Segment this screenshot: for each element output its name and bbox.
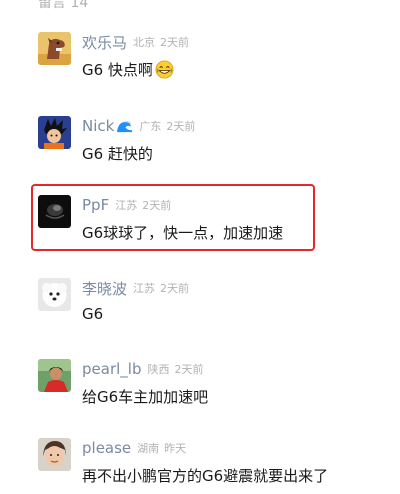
- comment-meta: 欢乐马 北京 2天前: [82, 32, 189, 52]
- person-photo-avatar-icon: [38, 359, 71, 392]
- username[interactable]: 欢乐马: [82, 32, 127, 53]
- comment-item: please 湖南 昨天 再不出小鹏官方的G6避震就要出来了: [0, 438, 400, 494]
- timestamp: 2天前: [160, 36, 190, 49]
- timestamp: 2天前: [174, 363, 204, 376]
- location: 陕西: [147, 363, 170, 376]
- username[interactable]: please: [82, 439, 131, 457]
- comment-item: 欢乐马 北京 2天前 G6 快点啊: [0, 32, 400, 92]
- avatar[interactable]: [38, 438, 71, 471]
- timestamp: 2天前: [160, 282, 190, 295]
- timestamp: 昨天: [164, 442, 187, 455]
- timestamp: 2天前: [166, 120, 196, 133]
- comment-item: Nick 广东 2天前 G6 赶快的: [0, 116, 400, 176]
- comment-meta: 李晓波 江苏 2天前: [82, 278, 189, 298]
- avatar[interactable]: [38, 278, 71, 311]
- username[interactable]: Nick: [82, 117, 133, 135]
- comment-text: 再不出小鹏官方的G6避震就要出来了: [82, 467, 329, 485]
- location: 广东: [139, 120, 162, 133]
- person-face-avatar-icon: [38, 438, 71, 471]
- white-dog-avatar-icon: [38, 278, 71, 311]
- comment-text-content: G6 快点啊: [82, 61, 153, 79]
- comment-text: G6 赶快的: [82, 145, 153, 163]
- comment-text: G6: [82, 305, 104, 323]
- comment-meta: pearl_lb 陕西 2天前: [82, 359, 203, 379]
- comment-meta: Nick 广东 2天前: [82, 116, 195, 136]
- avatar[interactable]: [38, 359, 71, 392]
- username[interactable]: 李晓波: [82, 278, 127, 299]
- highlight-box: [31, 184, 315, 251]
- wave-emoji-icon: [117, 120, 133, 132]
- username-text: Nick: [82, 117, 115, 135]
- comment-item: 李晓波 江苏 2天前 G6: [0, 278, 400, 338]
- comment-item: pearl_lb 陕西 2天前 给G6车主加加速吧: [0, 359, 400, 419]
- comment-text: 给G6车主加加速吧: [82, 388, 209, 406]
- location: 江苏: [133, 282, 156, 295]
- cartoon-character-avatar-icon: [38, 116, 71, 149]
- comment-text: G6 快点啊: [82, 59, 174, 80]
- grin-face-emoji-icon: [155, 60, 174, 79]
- comment-meta: please 湖南 昨天: [82, 438, 186, 458]
- location: 北京: [133, 36, 156, 49]
- horse-avatar-icon: [38, 32, 71, 65]
- avatar[interactable]: [38, 32, 71, 65]
- comments-count-header: 留言 14: [38, 0, 89, 11]
- username[interactable]: pearl_lb: [82, 360, 141, 378]
- comments-page: 留言 14 欢乐马 北京 2天前 G6 快点啊 Nick 广东 2天前 G6 赶…: [0, 0, 400, 494]
- avatar[interactable]: [38, 116, 71, 149]
- location: 湖南: [137, 442, 160, 455]
